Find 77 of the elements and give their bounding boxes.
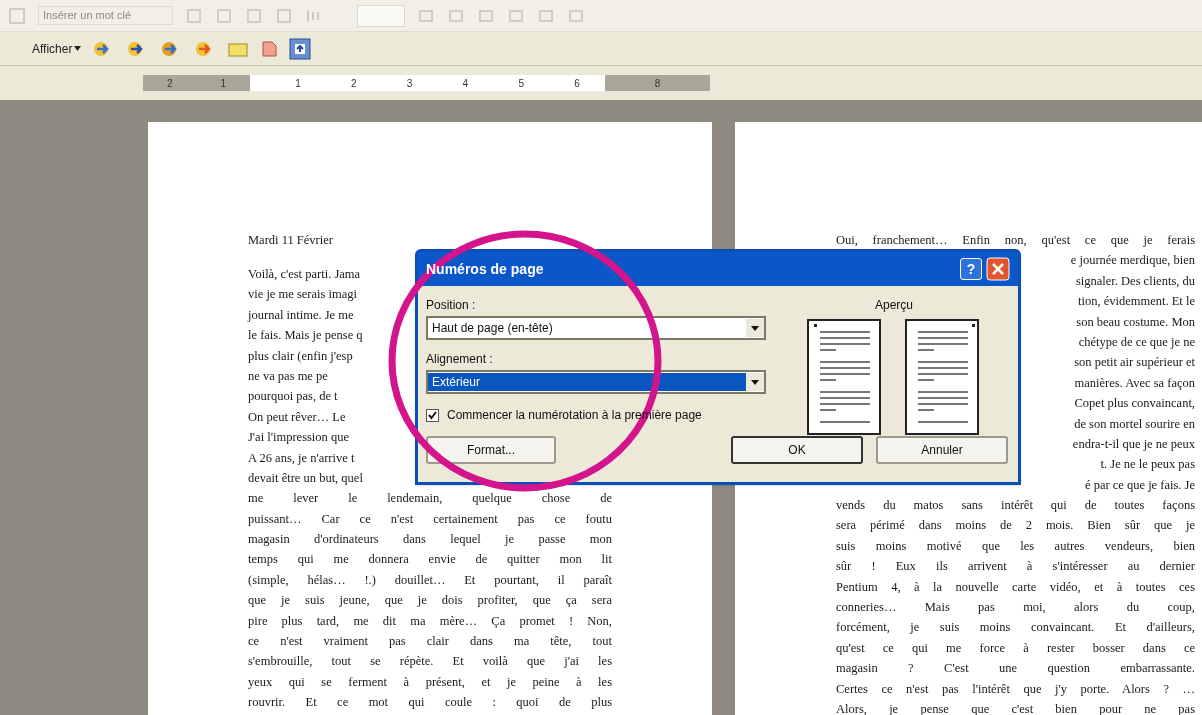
- text-line: vie je me serais imagi: [248, 286, 357, 304]
- text-line: sera périmé dans moins de 2 mois. Bien sûr que je: [836, 517, 1195, 535]
- text-line: manières. Avec sa façon: [1074, 374, 1195, 392]
- document-heading: Mardi 11 Février: [248, 232, 333, 249]
- text-line: endra-t-il que je ne peux: [1072, 435, 1195, 453]
- text-line: de son mortel sourire en: [1074, 415, 1195, 433]
- ruler-number: 1: [295, 76, 301, 91]
- preview-label: Aperçu: [875, 297, 913, 314]
- text-line: le fais. Mais je pense q: [248, 327, 363, 345]
- text-line: J'ai l'impression que: [248, 429, 350, 447]
- text-line: signaler. Des clients, du: [1075, 272, 1195, 290]
- text-line: é par ce que je fais. Je: [1085, 476, 1195, 494]
- text-line: son beau costume. Mon: [1076, 313, 1195, 331]
- text-line: devait être un but, quel: [248, 469, 363, 487]
- text-line: (simple, hélas… !.) douillet… Et pourtant, il paraît: [248, 571, 612, 589]
- caret-icon[interactable]: [74, 46, 82, 51]
- help-button[interactable]: ?: [960, 258, 982, 280]
- toolbar-icon[interactable]: [245, 6, 263, 25]
- dialog-button[interactable]: Annuler: [876, 436, 1008, 464]
- text-line: pourquoi pas, de t: [248, 388, 338, 406]
- position-dropdown[interactable]: Haut de page (en-tête): [426, 316, 766, 340]
- text-line: son petit air supérieur et: [1074, 354, 1195, 372]
- checkbox[interactable]: [426, 408, 439, 422]
- ruler-number: 1: [220, 76, 227, 91]
- text-line: t. Je ne le peux pas: [1100, 456, 1195, 474]
- text-line: Certes ce n'est pas l'intérêt que j'y porte. Alors ? …: [836, 680, 1195, 698]
- text-line: A 26 ans, je n'arrive t: [248, 449, 355, 467]
- text-line: forcément, je suis moins convaincant. Et d'ailleurs,: [836, 619, 1195, 637]
- text-line: puissant… Car ce n'est certainement pas ce foutu: [248, 510, 612, 528]
- text-line: temps qui me donnera envie de quitter mon lit: [248, 551, 612, 569]
- toolbar-icon[interactable]: [8, 6, 26, 25]
- text-line: que je suis jeune, que je dois profiter, que ça sera: [248, 592, 612, 610]
- position-label: Position :: [426, 297, 477, 314]
- close-icon[interactable]: [986, 257, 1010, 281]
- toolbar-icon[interactable]: [185, 6, 203, 25]
- alignment-dropdown[interactable]: Extérieur: [426, 370, 766, 394]
- ruler-number: 2: [350, 76, 357, 91]
- text-line: vends du matos sans intérêt qui de toutes façons: [836, 497, 1195, 515]
- toolbar-icon[interactable]: [215, 6, 233, 25]
- text-line: ne va pas me pe: [248, 367, 328, 385]
- text-line: Oui, franchement… Enfin non, qu'est ce que je ferais: [836, 232, 1195, 249]
- toolbar-icon[interactable]: [275, 6, 293, 25]
- text-line: e journée merdique, bien: [1070, 252, 1195, 270]
- page-number-field[interactable]: [357, 4, 405, 27]
- text-line: conneries… Mais pas moi, alors du coup,: [836, 599, 1195, 617]
- dialog-button[interactable]: Format...: [426, 436, 556, 464]
- text-line: ce n'est vraiment pas clair dans ma tête, tout: [248, 633, 612, 651]
- text-line: rouvrir. Et ce mot qui coule : quoi de plus: [248, 694, 612, 712]
- ruler-number: 2: [166, 76, 173, 91]
- view-menu[interactable]: Afficher: [32, 39, 73, 58]
- ruler-number: 8: [654, 76, 661, 91]
- ruler-number: 5: [518, 76, 524, 91]
- text-line: sûr ! Eux ils arrivent à s'intéresser au dernier: [836, 558, 1195, 576]
- text-line: journal intime. Je me: [248, 306, 354, 324]
- header-icon[interactable]: [289, 37, 312, 60]
- text-line: magasin ? C'est une question embarrassante.: [836, 660, 1195, 678]
- text-line: tion, évidemment. Et le: [1078, 293, 1195, 311]
- text-line: pire plus tard, me dit ma mère… Ça promet ! Non,: [248, 612, 612, 630]
- dialog-button[interactable]: OK: [731, 436, 863, 464]
- text-line: chétype de ce que je ne: [1078, 333, 1195, 351]
- text-line: magasin d'ordinateurs dans lequel je passe mon: [248, 531, 612, 549]
- ruler-number: 4: [462, 76, 469, 91]
- text-line: plus clair (enfin j'esp: [248, 347, 353, 365]
- ruler-number: 3: [406, 76, 413, 91]
- text-line: yeux qui se ferment à présent, et je peine à les: [248, 673, 612, 691]
- text-line: qu'est ce qui me force à rester bosser dans ce: [836, 639, 1195, 657]
- text-line: Alors, je pense que c'est bien pour ne pas: [836, 701, 1195, 715]
- page-icon[interactable]: [259, 38, 280, 59]
- text-line: Voilà, c'est parti. Jama: [248, 266, 361, 283]
- text-line: Copet plus convaincant,: [1074, 395, 1195, 413]
- text-line: suis moins motivé que les autres vendeurs, bien: [836, 537, 1195, 555]
- text-line: s'embrouille, tout se répète. Et voilà que j'ai les: [248, 653, 612, 671]
- text-line: me lever le lendemain, quelque chose de: [248, 490, 612, 508]
- text-line: Pentium 4, à la nouvelle carte vidéo, et à toutes ces: [836, 578, 1195, 596]
- ruler-number: 6: [574, 76, 580, 91]
- alignment-label: Alignement :: [426, 351, 494, 368]
- text-line: On peut rêver… Le: [248, 408, 346, 426]
